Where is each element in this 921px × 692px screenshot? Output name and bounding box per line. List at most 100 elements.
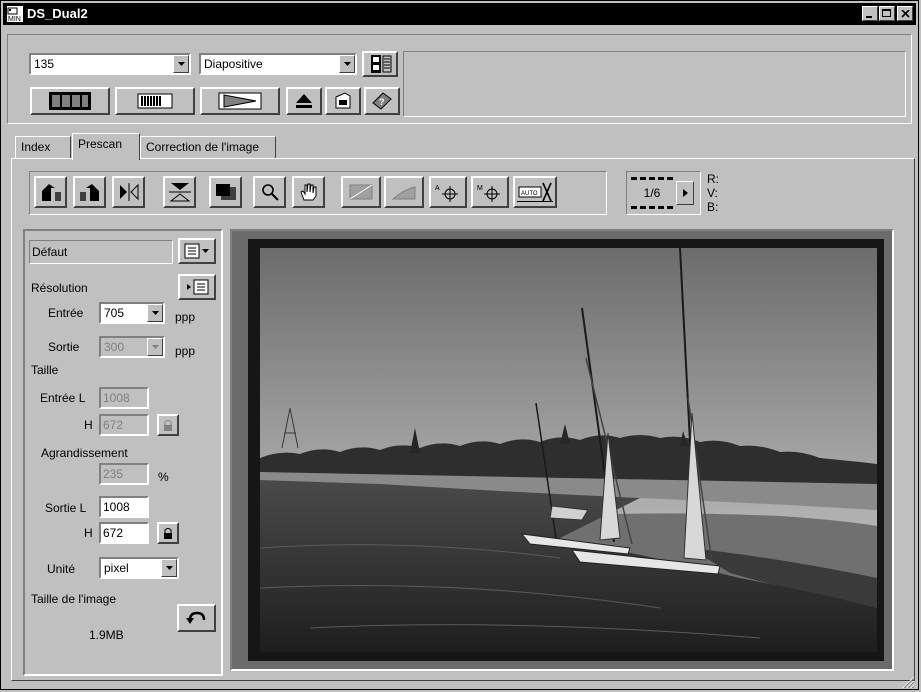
frame-icon [215, 184, 236, 200]
list-expand-icon [187, 279, 209, 295]
next-frame-button[interactable] [676, 181, 694, 205]
output-resolution-unit: ppp [175, 344, 196, 358]
window-title: DS_Dual2 [27, 6, 88, 21]
maximize-button[interactable] [879, 6, 895, 21]
resize-grip-icon[interactable] [901, 675, 915, 689]
manual-focus-icon: M [477, 185, 500, 202]
hand-tool-button[interactable] [292, 176, 325, 208]
input-width-field[interactable]: 1008 [99, 387, 149, 409]
tab-prescan-label: Prescan [78, 137, 123, 151]
tab-prescan[interactable]: Prescan [72, 133, 140, 160]
svg-text:A: A [435, 185, 440, 192]
app-window: MIN DS_Dual2 135 Diapositive ? Index Pre… [0, 0, 919, 690]
index-scan-button[interactable] [30, 87, 110, 115]
flip-horizontal-button[interactable] [112, 176, 145, 208]
svg-text:M: M [477, 185, 483, 192]
index-icon [49, 92, 91, 110]
chevron-down-icon[interactable] [339, 55, 355, 73]
rgb-r-label: R: [707, 172, 719, 186]
minimize-icon [866, 15, 872, 18]
eject-icon [296, 94, 312, 108]
input-resolution-value: 705 [104, 306, 125, 320]
help-button[interactable]: ? [364, 87, 400, 115]
rotate-right-button[interactable] [73, 176, 106, 208]
output-width-field[interactable]: 1008 [99, 496, 149, 518]
play-icon [218, 92, 262, 110]
tab-image-correction[interactable]: Correction de l'image [140, 136, 276, 158]
zoom-button[interactable] [253, 176, 286, 208]
unit-label: Unité [47, 562, 76, 576]
input-width-label: Entrée L [40, 391, 86, 405]
preferences-button[interactable] [325, 87, 361, 115]
prescan-icon [137, 93, 173, 109]
rotate-left-icon [41, 184, 61, 201]
input-resolution-label: Entrée [48, 306, 84, 320]
manual-focus-button[interactable]: M [471, 176, 509, 208]
flip-vertical-button[interactable] [163, 176, 196, 208]
list-menu-icon [184, 243, 209, 259]
input-height-field[interactable]: 672 [99, 414, 149, 436]
output-resolution-label: Sortie [48, 340, 80, 354]
unit-value: pixel [104, 561, 129, 575]
film-holder-button[interactable] [362, 51, 398, 77]
crop-frame-button[interactable] [209, 176, 242, 208]
tab-index[interactable]: Index [15, 136, 71, 158]
output-lock-button[interactable] [157, 522, 179, 544]
prescan-button[interactable] [115, 87, 195, 115]
output-resolution-select[interactable]: 300 [99, 336, 165, 358]
preset-menu-button[interactable] [178, 238, 216, 264]
document-icon [335, 92, 351, 109]
chevron-down-icon[interactable] [147, 338, 163, 356]
reset-button[interactable] [177, 604, 216, 632]
rotate-left-button[interactable] [34, 176, 67, 208]
undo-icon [185, 611, 205, 624]
close-icon [900, 9, 910, 18]
magnifier-icon [261, 184, 279, 201]
unit-select[interactable]: pixel [99, 557, 179, 579]
eject-button[interactable] [286, 87, 322, 115]
preset-field[interactable]: Défaut [29, 240, 173, 264]
input-height-label: H [84, 418, 93, 432]
flip-horizontal-icon [119, 183, 138, 201]
svg-text:?: ? [379, 97, 385, 107]
film-format-select[interactable]: 135 [29, 53, 191, 75]
close-button[interactable] [897, 6, 913, 21]
resolution-menu-button[interactable] [178, 274, 216, 300]
svg-text:MIN: MIN [8, 16, 21, 22]
auto-focus-button[interactable]: A [429, 176, 467, 208]
frame-counter: 1/6 [631, 177, 673, 209]
film-format-value: 135 [34, 57, 55, 71]
tab-correction-label: Correction de l'image [146, 140, 260, 154]
magnification-unit: % [158, 470, 169, 484]
color-balance-button[interactable] [341, 176, 381, 208]
scan-button[interactable] [200, 87, 280, 115]
image-size-value: 1.9MB [89, 628, 124, 642]
tab-index-label: Index [21, 140, 51, 154]
input-lock-button[interactable] [157, 414, 179, 436]
chevron-down-icon[interactable] [161, 559, 177, 577]
image-size-label: Taille de l'image [31, 592, 117, 606]
flip-vertical-icon [168, 183, 191, 202]
title-bar[interactable]: MIN DS_Dual2 [3, 3, 916, 25]
preset-value: Défaut [32, 245, 68, 259]
minimize-button[interactable] [862, 6, 878, 21]
auto-crop-button[interactable]: AUTO [513, 176, 557, 208]
help-book-icon: ? [372, 92, 392, 110]
film-type-select[interactable]: Diapositive [199, 53, 357, 75]
rgb-v-label: V: [707, 186, 718, 200]
film-strip-icon [371, 55, 392, 73]
rgb-b-label: B: [707, 200, 719, 214]
app-icon: MIN [7, 6, 23, 22]
magnification-field[interactable]: 235 [99, 463, 149, 485]
output-height-field[interactable]: 672 [99, 522, 149, 544]
chevron-down-icon[interactable] [173, 55, 189, 73]
size-label: Taille [31, 363, 59, 377]
lock-icon [164, 420, 172, 431]
chevron-down-icon[interactable] [147, 304, 163, 322]
output-height-label: H [84, 526, 93, 540]
color-balance-icon [349, 184, 373, 200]
curves-button[interactable] [384, 176, 424, 208]
film-type-value: Diapositive [204, 57, 263, 71]
input-resolution-select[interactable]: 705 [99, 302, 165, 324]
preview-image[interactable] [260, 248, 877, 652]
